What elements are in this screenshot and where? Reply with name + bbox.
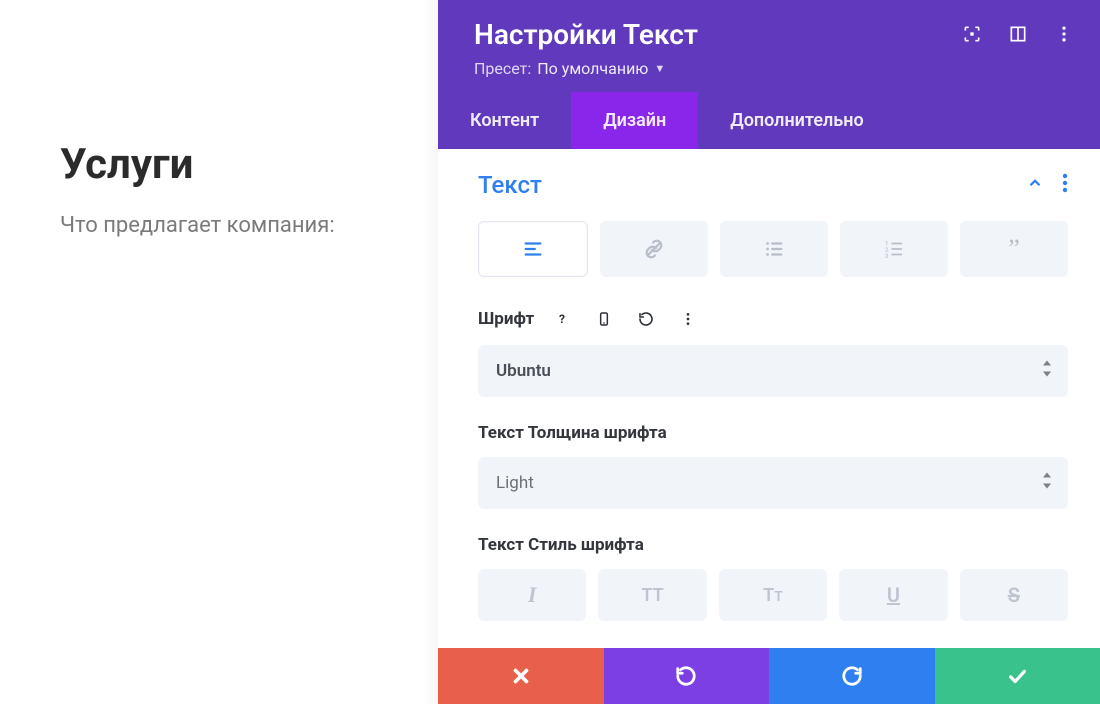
tab-design[interactable]: Дизайн: [571, 92, 698, 149]
quote-icon: ”: [1008, 234, 1020, 264]
italic-icon: I: [528, 582, 537, 608]
panel-footer: [438, 648, 1100, 704]
text-tabs: 123 ”: [478, 221, 1068, 277]
font-select-value: Ubuntu: [496, 361, 551, 381]
text-tab-link[interactable]: [600, 221, 708, 277]
redo-button[interactable]: [769, 648, 935, 704]
svg-text:?: ?: [559, 312, 565, 326]
select-caret-icon: [1042, 361, 1052, 382]
tab-bar: Контент Дизайн Дополнительно: [438, 92, 1100, 149]
save-button[interactable]: [935, 648, 1100, 704]
underline-icon: U: [887, 583, 900, 607]
reset-icon[interactable]: [632, 305, 660, 333]
tab-content[interactable]: Контент: [438, 92, 571, 149]
italic-button[interactable]: I: [478, 569, 586, 621]
text-tab-quote[interactable]: ”: [960, 221, 1068, 277]
help-icon[interactable]: ?: [548, 305, 576, 333]
tab-advanced[interactable]: Дополнительно: [698, 92, 895, 149]
select-caret-icon: [1042, 473, 1052, 494]
weight-select[interactable]: Light: [478, 457, 1068, 509]
canvas-subtitle: Что предлагает компания:: [60, 213, 438, 238]
weight-select-value: Light: [496, 473, 534, 493]
settings-panel: Настройки Текст Пресет: По умолчанию ▼ К…: [438, 0, 1100, 704]
expand-icon[interactable]: [962, 24, 982, 44]
text-tab-paragraph[interactable]: [478, 221, 588, 277]
font-label: Шрифт: [478, 309, 534, 329]
undo-button[interactable]: [604, 648, 770, 704]
collapse-icon[interactable]: [1026, 174, 1044, 196]
font-style-group: I TT TT U S: [478, 569, 1068, 621]
style-label: Текст Стиль шрифта: [478, 535, 1068, 555]
preset-label: Пресет:: [474, 59, 531, 78]
weight-label: Текст Толщина шрифта: [478, 423, 1068, 443]
uppercase-button[interactable]: TT: [598, 569, 706, 621]
uppercase-icon: TT: [641, 585, 663, 606]
preset-dropdown[interactable]: Пресет: По умолчанию ▼: [474, 59, 1070, 78]
svg-text:3: 3: [885, 252, 889, 260]
caret-down-icon: ▼: [654, 62, 665, 75]
text-tab-ul[interactable]: [720, 221, 828, 277]
capitalize-icon: TT: [763, 585, 783, 606]
strikethrough-button[interactable]: S: [960, 569, 1068, 621]
panel-header: Настройки Текст Пресет: По умолчанию ▼: [438, 0, 1100, 92]
section-kebab-icon[interactable]: [1062, 173, 1068, 197]
responsive-icon[interactable]: [590, 305, 618, 333]
section-title-text[interactable]: Текст: [478, 171, 542, 199]
font-select[interactable]: Ubuntu: [478, 345, 1068, 397]
underline-button[interactable]: U: [839, 569, 947, 621]
preset-value: По умолчанию: [537, 59, 648, 78]
capitalize-button[interactable]: TT: [719, 569, 827, 621]
panel-body: Текст: [438, 149, 1100, 648]
strikethrough-icon: S: [1008, 583, 1020, 607]
field-kebab-icon[interactable]: [674, 305, 702, 333]
kebab-menu-icon[interactable]: [1054, 24, 1074, 44]
canvas-heading: Услуги: [60, 140, 438, 189]
columns-icon[interactable]: [1008, 24, 1028, 44]
text-tab-ol[interactable]: 123: [840, 221, 948, 277]
page-canvas: Услуги Что предлагает компания:: [0, 0, 438, 704]
cancel-button[interactable]: [438, 648, 604, 704]
